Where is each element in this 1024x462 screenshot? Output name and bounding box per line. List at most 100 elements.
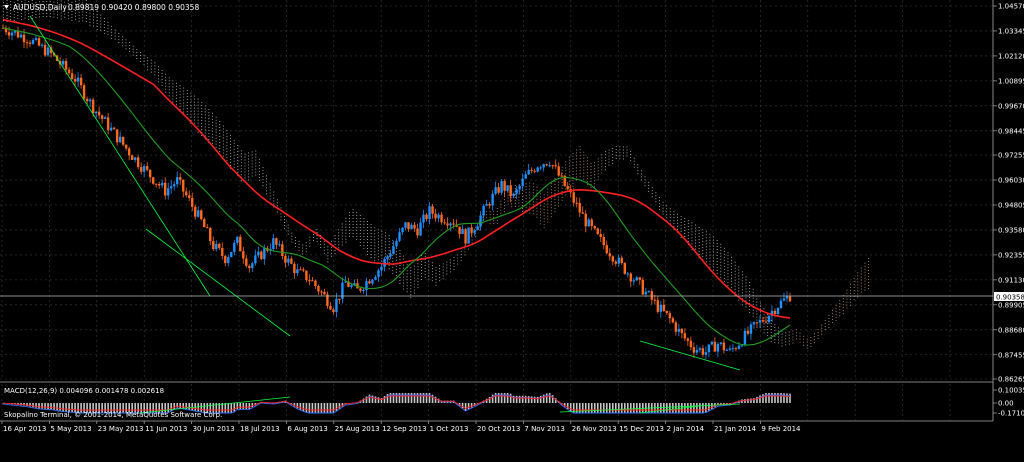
cloud-dot (604, 160, 606, 162)
cloud-dot (785, 344, 787, 346)
cloud-dot (363, 248, 365, 250)
cloud-dot (291, 238, 293, 240)
cloud-dot (453, 269, 455, 271)
candle-body (659, 304, 663, 312)
candle-body (611, 256, 614, 262)
cloud-dot (839, 315, 841, 317)
cloud-dot (583, 157, 585, 159)
cloud-dot (349, 214, 350, 216)
cloud-dot (857, 278, 859, 280)
macd-bar (401, 393, 404, 403)
cloud-dot (846, 304, 848, 306)
cloud-dot (417, 266, 419, 268)
macd-bar (521, 395, 524, 403)
macd-bar (395, 393, 398, 403)
cloud-dot (172, 80, 174, 82)
candle-body (221, 247, 224, 257)
cloud-dot (219, 142, 221, 143)
cloud-dot (504, 208, 505, 210)
chart-window[interactable]: AUDUSD,Daily 0.89819 0.90420 0.89800 0.9… (0, 0, 1024, 462)
cloud-dot (558, 190, 560, 192)
candle-body (335, 298, 338, 313)
cloud-dot (327, 246, 329, 248)
cloud-dot (799, 338, 801, 340)
cloud-dot (316, 232, 318, 233)
date-tick-label: 11 Jun 2013 (145, 425, 187, 433)
cloud-dot (781, 336, 783, 338)
cloud-dot (741, 277, 743, 279)
cloud-dot (716, 243, 718, 244)
cloud-dot (251, 160, 253, 162)
cloud-dot (85, 15, 87, 16)
cloud-dot (331, 249, 332, 251)
cloud-dot (197, 119, 199, 121)
cloud-dot (413, 268, 415, 270)
cloud-dot (763, 308, 765, 310)
candle-body (626, 273, 629, 275)
cloud-dot (442, 269, 444, 271)
cloud-dot (435, 266, 437, 268)
cloud-dot (161, 76, 163, 78)
cloud-dot (846, 292, 848, 294)
cloud-dot (424, 277, 426, 278)
cloud-dot (89, 12, 91, 14)
candle-body (716, 344, 720, 352)
cloud-dot (543, 206, 545, 208)
macd-bar (44, 403, 46, 409)
cloud-dot (244, 162, 246, 164)
macd-bar (245, 403, 248, 409)
cloud-dot (212, 142, 213, 144)
cloud-dot (522, 204, 523, 206)
cloud-dot (417, 275, 419, 277)
cloud-dot (720, 249, 722, 251)
macd-bar (32, 403, 34, 408)
cloud-dot (233, 157, 235, 159)
cloud-dot (17, 11, 19, 13)
cloud-dot (731, 262, 733, 264)
cloud-dot (529, 212, 531, 214)
cloud-dot (248, 167, 250, 169)
cloud-dot (673, 217, 675, 219)
cloud-dot (410, 291, 412, 293)
cloud-dot (204, 132, 206, 134)
candle-body (13, 30, 17, 33)
cloud-dot (82, 17, 84, 19)
macd-bar (377, 397, 380, 403)
candle-body (701, 348, 705, 355)
cloud-dot (731, 274, 733, 276)
cloud-dot (201, 104, 203, 106)
cloud-dot (713, 239, 715, 241)
cloud-dot (21, 19, 22, 21)
macd-bar (227, 403, 230, 413)
cloud-dot (212, 124, 213, 126)
cloud-dot (334, 253, 336, 255)
cloud-dot (85, 12, 87, 13)
cloud-dot (121, 36, 123, 38)
cloud-dot (341, 223, 343, 225)
cloud-dot (770, 329, 772, 330)
cloud-dot (540, 199, 541, 201)
cloud-dot (186, 99, 188, 101)
cloud-dot (799, 332, 801, 334)
cloud-dot (572, 176, 574, 178)
macd-bar (699, 403, 701, 413)
cloud-dot (215, 116, 217, 118)
cloud-dot (723, 253, 725, 255)
cloud-dot (352, 209, 354, 210)
cloud-dot (103, 30, 105, 31)
cloud-dot (788, 337, 790, 339)
cloud-dot (323, 249, 325, 251)
cloud-dot (237, 153, 239, 155)
cloud-dot (194, 98, 195, 100)
cloud-dot (471, 239, 473, 241)
cloud-dot (590, 172, 592, 173)
cloud-dot (258, 167, 260, 169)
candle-body (248, 265, 251, 269)
cloud-dot (846, 307, 848, 309)
price-tick-label: 0.88680 (998, 326, 1024, 334)
cloud-dot (338, 241, 340, 243)
cloud-dot (723, 259, 725, 261)
cloud-dot (172, 98, 174, 100)
cloud-dot (100, 20, 102, 22)
cloud-dot (597, 158, 599, 160)
